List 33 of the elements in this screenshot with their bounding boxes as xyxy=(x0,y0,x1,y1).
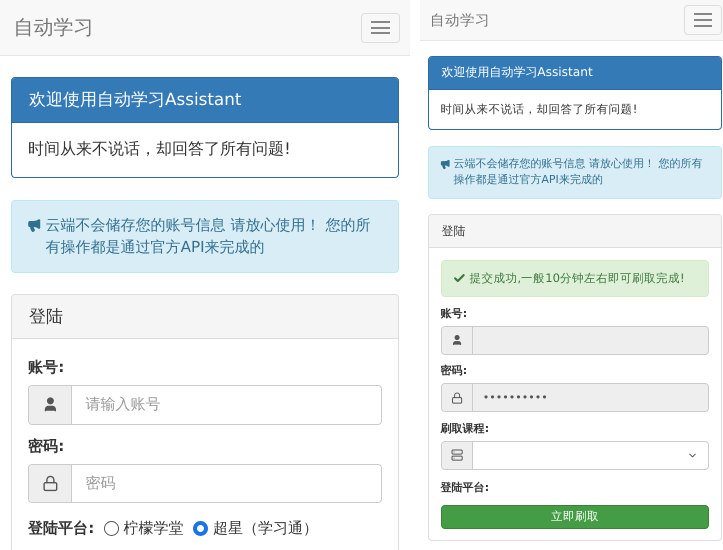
menu-button[interactable] xyxy=(360,12,400,43)
panel-heading: 欢迎使用自动学习Assistant xyxy=(429,57,721,90)
radio-icon[interactable] xyxy=(104,520,120,536)
panel-text: 时间从来不说话，却回答了所有问题! xyxy=(440,100,638,118)
field-label: 密码: xyxy=(28,436,66,457)
field-label: 登陆平台: xyxy=(440,480,490,496)
panel-heading: 登陆 xyxy=(429,215,721,248)
field-label: 登陆平台: xyxy=(28,518,94,539)
lock-icon xyxy=(42,475,58,492)
megaphone-icon xyxy=(440,159,451,170)
field-label: 账号: xyxy=(440,306,468,321)
platform-radio[interactable]: 超星（学习通） xyxy=(193,518,318,539)
notice-text: 云端不会储存您的账号信息 请放心使用！ 您的所有操作都是通过官方API来完成的 xyxy=(453,156,704,188)
panel-heading: 欢迎使用自动学习Assistant xyxy=(12,78,398,123)
brand-title[interactable]: 自动学习 xyxy=(14,14,94,42)
alert-text: 提交成功,一般10分钟左右即可刷取完成! xyxy=(470,271,685,286)
notice-text: 云端不会储存您的账号信息 请放心使用！ 您的所有操作都是通过官方API来完成的 xyxy=(46,215,372,258)
field-label: 刷取课程: xyxy=(440,420,490,436)
check-icon xyxy=(453,272,466,285)
input-field[interactable]: 密码 xyxy=(28,464,382,504)
field-label: 账号: xyxy=(28,357,66,378)
brand-title[interactable]: 自动学习 xyxy=(430,10,490,30)
field-label: 密码: xyxy=(440,363,468,378)
megaphone-icon xyxy=(27,218,42,232)
platform-radio[interactable]: 柠檬学堂 xyxy=(104,518,184,539)
menu-button[interactable] xyxy=(684,5,722,35)
lock-icon xyxy=(450,392,463,404)
panel-text: 时间从来不说话，却回答了所有问题! xyxy=(27,138,292,160)
submit-button[interactable]: 立即刷取 xyxy=(440,504,710,529)
radio-icon[interactable] xyxy=(193,520,208,536)
input-field[interactable]: 请输入账号 xyxy=(28,385,382,425)
user-icon xyxy=(450,334,463,346)
panel-heading: 登陆 xyxy=(12,294,398,340)
